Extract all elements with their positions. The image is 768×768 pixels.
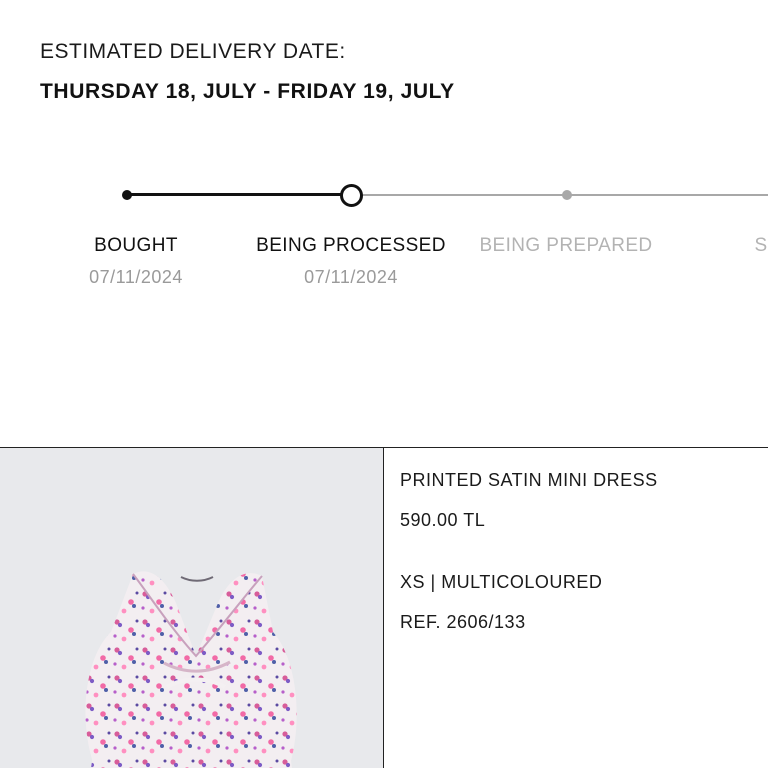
product-price: 590.00 TL [400,510,486,530]
bought-step-dot [122,190,132,200]
product-variant: XS | MULTICOLOURED [400,572,603,592]
current-step-dot [340,184,363,207]
delivery-estimate-label: ESTIMATED DELIVERY DATE: [40,40,346,63]
completed-track-line [127,193,351,196]
product-reference: REF. 2606/133 [400,612,526,632]
step-bought-date: 07/11/2024 [89,267,183,287]
step-processing-date: 07/11/2024 [304,267,398,287]
step-bought-label: BOUGHT [94,235,178,256]
step-processing-label: BEING PROCESSED [256,235,446,256]
pending-track-line [351,194,768,196]
step-shipping-label: S [754,235,768,256]
product-image[interactable] [0,448,383,768]
product-name[interactable]: PRINTED SATIN MINI DRESS [400,470,658,491]
image-info-divider [383,448,384,768]
floral-dress-icon [0,448,383,768]
delivery-date-range: THURSDAY 18, JULY - FRIDAY 19, JULY [40,80,455,103]
step-preparing-label: BEING PREPARED [479,235,653,256]
prepared-step-dot [562,190,572,200]
order-progress-tracker: BOUGHT 07/11/2024 BEING PROCESSED 07/11/… [0,150,768,310]
